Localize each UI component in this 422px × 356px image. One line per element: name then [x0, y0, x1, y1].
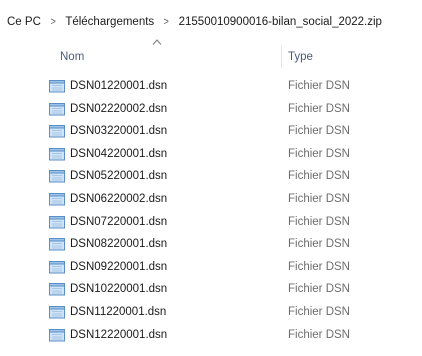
file-row[interactable]: DSN06220002.dsn Fichier DSN [0, 189, 422, 212]
file-type: Fichier DSN [288, 215, 350, 228]
file-type: Fichier DSN [288, 102, 350, 115]
file-name: DSN10220001.dsn [70, 283, 168, 296]
dsn-file-icon [49, 238, 65, 251]
file-row[interactable]: DSN05220001.dsn Fichier DSN [0, 166, 422, 189]
file-type: Fichier DSN [288, 283, 350, 296]
file-row[interactable]: DSN01220001.dsn Fichier DSN [0, 76, 422, 99]
file-type: Fichier DSN [288, 260, 350, 273]
file-type: Fichier DSN [288, 328, 350, 341]
file-name: DSN02220002.dsn [70, 102, 168, 115]
file-name: DSN12220001.dsn [70, 328, 168, 341]
dsn-file-icon [49, 305, 65, 319]
file-name: DSN05220001.dsn [70, 170, 168, 183]
file-name: DSN09220001.dsn [70, 260, 168, 273]
dsn-file-icon [49, 328, 65, 342]
file-name: DSN01220001.dsn [70, 80, 168, 92]
dsn-file-icon [49, 147, 65, 161]
file-row[interactable]: DSN10220001.dsn Fichier DSN [0, 279, 422, 302]
file-row[interactable]: DSN11220001.dsn Fichier DSN [0, 302, 422, 325]
dsn-file-icon [49, 215, 65, 229]
file-name: DSN11220001.dsn [70, 305, 167, 318]
breadcrumb-separator-icon[interactable]: > [51, 16, 56, 28]
file-row[interactable]: DSN04220001.dsn Fichier DSN [0, 144, 422, 167]
column-divider[interactable] [281, 46, 282, 68]
file-type: Fichier DSN [288, 125, 350, 138]
file-row[interactable]: DSN12220001.dsn Fichier DSN [0, 325, 422, 348]
file-row[interactable]: DSN07220001.dsn Fichier DSN [0, 212, 422, 235]
chevron-up-icon [152, 39, 162, 45]
column-header-name[interactable]: Nom [60, 46, 280, 68]
file-name: DSN06220002.dsn [70, 192, 168, 205]
file-type: Fichier DSN [288, 192, 350, 205]
file-type: Fichier DSN [288, 238, 350, 251]
file-row[interactable]: DSN09220001.dsn Fichier DSN [0, 257, 422, 280]
dsn-file-icon [49, 192, 65, 206]
file-type: Fichier DSN [288, 80, 350, 92]
dsn-file-icon [49, 260, 65, 274]
file-name: DSN08220001.dsn [70, 238, 168, 251]
breadcrumb: Ce PC > Téléchargements > 21550010900016… [7, 13, 382, 31]
breadcrumb-item-ce-pc[interactable]: Ce PC [7, 16, 41, 28]
column-header-type[interactable]: Type [288, 46, 408, 68]
file-type: Fichier DSN [288, 305, 350, 318]
breadcrumb-item-telechargements[interactable]: Téléchargements [65, 16, 154, 28]
dsn-file-icon [49, 283, 65, 296]
file-type: Fichier DSN [288, 170, 350, 183]
breadcrumb-separator-icon[interactable]: > [164, 16, 169, 28]
dsn-file-icon [49, 102, 65, 116]
dsn-file-icon [49, 125, 65, 138]
dsn-file-icon [49, 80, 65, 93]
file-type: Fichier DSN [288, 147, 350, 160]
file-name: DSN07220001.dsn [70, 215, 168, 228]
file-list: DSN01220001.dsn Fichier DSN DSN02220002.ds… [0, 76, 422, 347]
dsn-file-icon [49, 170, 65, 183]
file-row[interactable]: DSN02220002.dsn Fichier DSN [0, 99, 422, 122]
file-name: DSN04220001.dsn [70, 147, 168, 160]
file-name: DSN03220001.dsn [70, 125, 168, 138]
breadcrumb-item-zip-archive[interactable]: 21550010900016-bilan_social_2022.zip [179, 16, 382, 28]
file-row[interactable]: DSN03220001.dsn Fichier DSN [0, 121, 422, 144]
file-row[interactable]: DSN08220001.dsn Fichier DSN [0, 234, 422, 257]
